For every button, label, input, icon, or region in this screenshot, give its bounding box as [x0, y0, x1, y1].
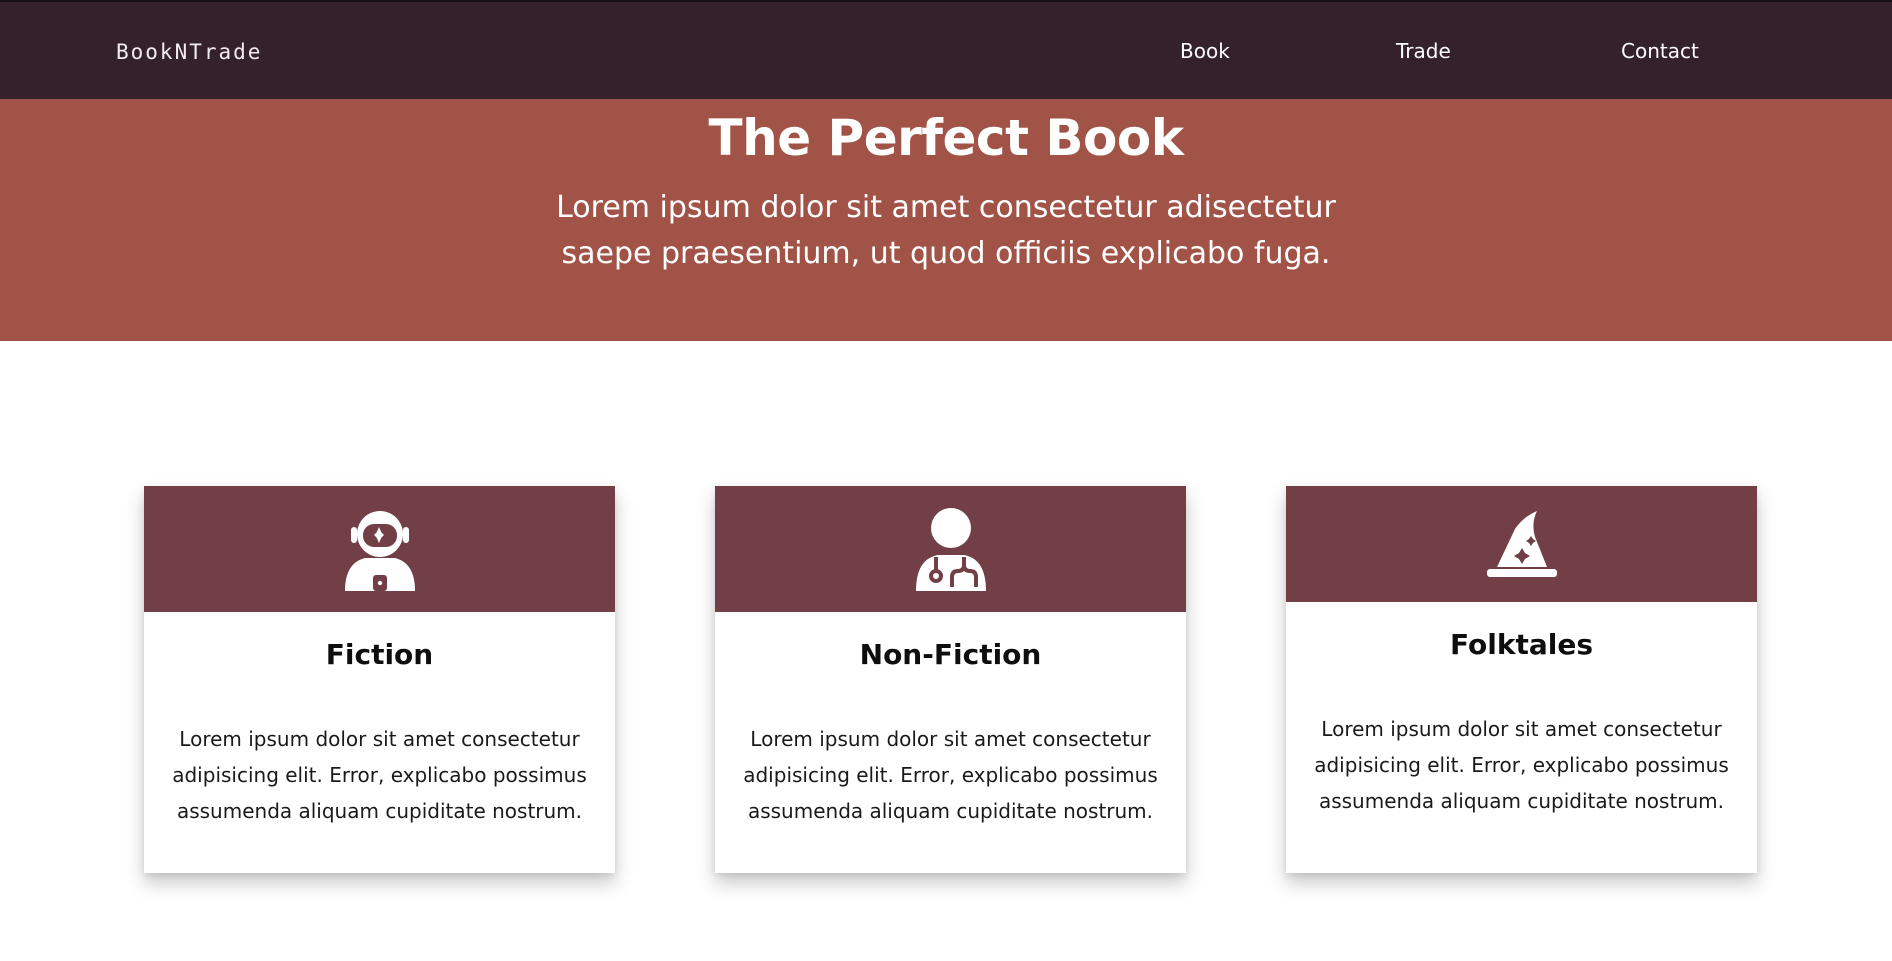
- wizard-hat-icon: [1486, 511, 1557, 577]
- card-description: Lorem ipsum dolor sit amet consectetur a…: [1314, 717, 1729, 813]
- card-description: Lorem ipsum dolor sit amet consectetur a…: [172, 727, 587, 823]
- card-title: Folktales: [1450, 628, 1593, 661]
- doctor-icon: [915, 508, 986, 591]
- astronaut-icon: [344, 511, 415, 591]
- card-header: [144, 486, 615, 612]
- category-card-non-fiction: Non-Fiction Lorem ipsum dolor sit amet c…: [715, 486, 1186, 873]
- card-title: Fiction: [325, 638, 434, 671]
- category-card-fiction: Fiction Lorem ipsum dolor sit amet conse…: [144, 486, 615, 873]
- nav-link-trade[interactable]: Trade: [1396, 39, 1451, 63]
- hero-section: The Perfect Book Lorem ipsum dolor sit a…: [0, 99, 1892, 341]
- hero-title: The Perfect Book: [708, 109, 1184, 167]
- card-header: [1286, 486, 1757, 602]
- hero-subtitle: Lorem ipsum dolor sit amet consectetur a…: [556, 190, 1336, 271]
- card-title: Non-Fiction: [859, 638, 1042, 671]
- card-description: Lorem ipsum dolor sit amet consectetur a…: [743, 727, 1158, 823]
- nav-link-contact[interactable]: Contact: [1621, 39, 1699, 63]
- brand-logo[interactable]: BookNTrade: [116, 40, 262, 64]
- card-header: [715, 486, 1186, 612]
- nav-link-book[interactable]: Book: [1180, 39, 1230, 63]
- category-card-folktales: Folktales Lorem ipsum dolor sit amet con…: [1286, 486, 1757, 873]
- navbar: BookNTrade Book Trade Contact: [0, 0, 1892, 99]
